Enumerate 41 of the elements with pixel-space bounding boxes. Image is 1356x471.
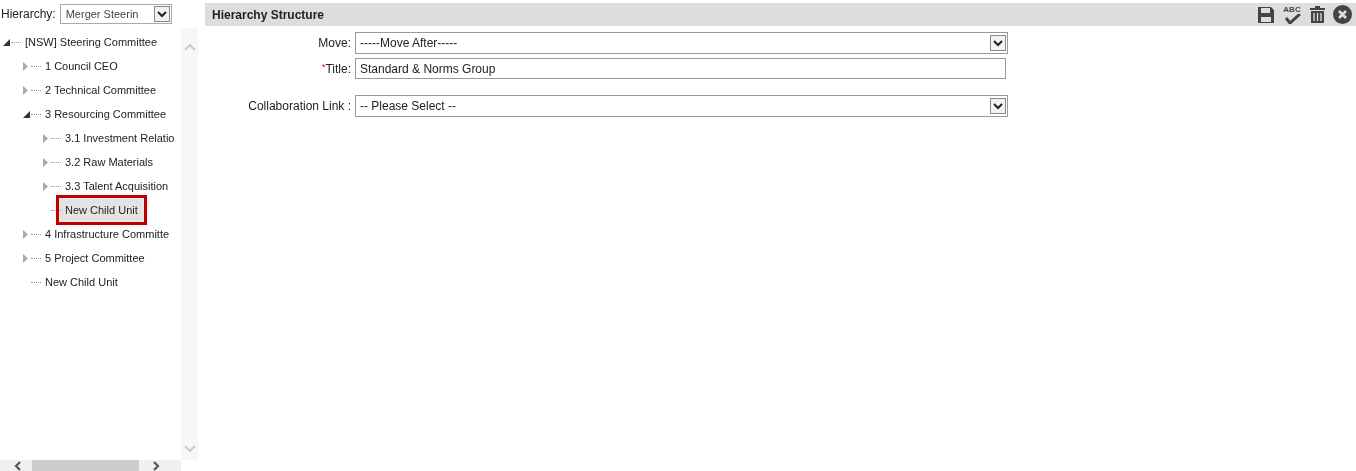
collapsed-arrow-icon[interactable] [23,253,28,263]
hierarchy-select[interactable]: Merger Steerin [59,4,172,24]
chevron-down-icon [993,102,1003,110]
scroll-down-icon[interactable] [183,445,196,452]
expanded-arrow-icon[interactable] [23,110,30,118]
tree-item[interactable]: 2 Technical Committee [43,82,159,98]
tree-item[interactable]: 1 Council CEO [43,58,120,74]
collapsed-arrow-icon[interactable] [43,133,48,143]
scroll-right-icon[interactable] [153,460,160,471]
chevron-down-icon [156,10,167,18]
collapsed-arrow-icon[interactable] [23,229,28,239]
hierarchy-label: Hierarchy: [1,7,56,21]
tree-item[interactable]: 3.1 Investment Relatio [63,130,177,146]
close-icon[interactable] [1333,5,1352,24]
tree-item[interactable]: 5 Project Committee [43,250,147,266]
tree-item[interactable]: New Child Unit [63,202,140,218]
dropdown-field[interactable]: -----Move After----- [355,32,1008,54]
expanded-arrow-icon[interactable] [3,38,10,46]
tree-item[interactable]: [NSW] Steering Committee [23,34,160,50]
tree-item[interactable]: 3.3 Talent Acquisition [63,178,171,194]
collapsed-arrow-icon[interactable] [43,181,48,191]
scroll-left-icon[interactable] [14,460,21,471]
scroll-up-icon[interactable] [183,44,196,51]
field-label: Title: [325,61,351,76]
collapsed-arrow-icon[interactable] [43,157,48,167]
required-mark: * [321,61,326,72]
collapsed-arrow-icon[interactable] [23,85,28,95]
field-label: Move: [318,36,351,50]
chevron-down-icon [993,39,1003,47]
dropdown-field[interactable]: -- Please Select -- [355,95,1008,117]
collapsed-arrow-icon[interactable] [23,61,28,71]
trash-icon[interactable] [1310,6,1325,23]
tree-item[interactable]: 4 Infrastructure Committe [43,226,172,242]
input-field[interactable]: Standard & Norms Group [355,58,1006,79]
field-label: Collaboration Link : [248,99,351,113]
save-icon[interactable] [1258,6,1274,23]
tree-item[interactable]: 3 Resourcing Committee [43,106,169,122]
panel-title: Hierarchy Structure [212,7,326,22]
scrollbar-thumb[interactable] [32,460,139,471]
tree-item[interactable]: New Child Unit [43,274,120,290]
tree-item[interactable]: 3.2 Raw Materials [63,154,156,170]
